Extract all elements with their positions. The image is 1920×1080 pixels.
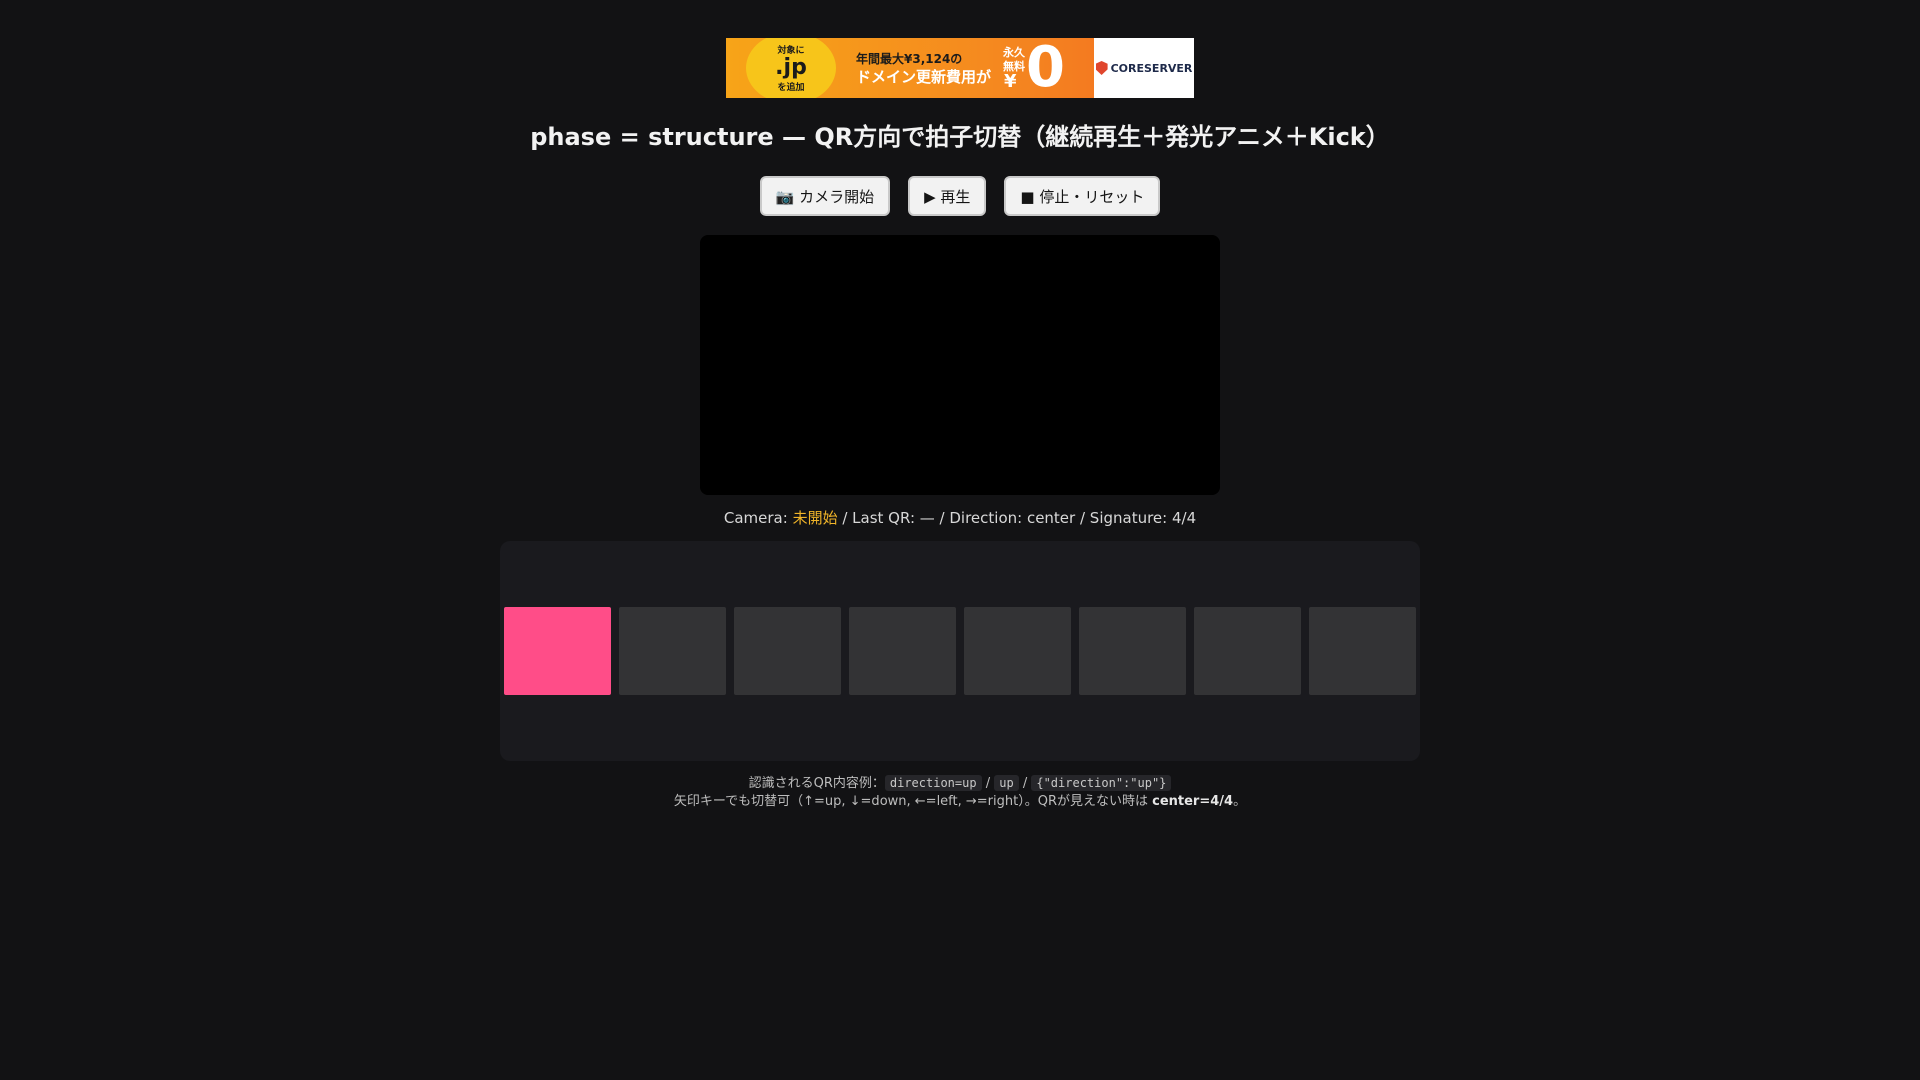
help-line-2: 矢印キーでも切替可（↑=up, ↓=down, ←=left, →=right）… (0, 793, 1920, 811)
step-cell (964, 607, 1071, 695)
ad-banner[interactable]: 対象に .jp を追加 年間最大¥3,124の ドメイン更新費用が 永久無料 ¥… (726, 38, 1194, 98)
help-separator: / (1018, 776, 1032, 791)
ad-line2: ドメイン更新費用が (856, 68, 992, 86)
ad-zero: 0 (1026, 38, 1065, 98)
ad-jp-text: .jp (775, 55, 807, 80)
qr-example-3: {"direction":"up"} (1031, 775, 1172, 791)
step-cell (734, 607, 841, 695)
ad-brand-text: CORESERVER (1110, 61, 1193, 75)
help-text: 認識されるQR内容例： direction=up / up / {"directi… (0, 774, 1920, 811)
status-line: Camera: 未開始 / Last QR: — / Direction: ce… (0, 507, 1920, 528)
camera-status-value: 未開始 (792, 509, 838, 527)
help-separator: / (981, 776, 995, 791)
control-bar: 📷 カメラ開始 ▶ 再生 ■ 停止・リセット (0, 176, 1920, 216)
step-cell (1194, 607, 1301, 695)
ad-copy: 年間最大¥3,124の ドメイン更新費用が (856, 50, 991, 86)
step-cell (619, 607, 726, 695)
help-line-1: 認識されるQR内容例： direction=up / up / {"directi… (0, 774, 1920, 793)
step-cell (504, 607, 611, 695)
qr-example-1: direction=up (884, 775, 982, 791)
camera-start-button[interactable]: 📷 カメラ開始 (759, 176, 891, 216)
camera-status-label: Camera: (723, 509, 793, 527)
coreserver-logo-icon (1095, 61, 1108, 75)
qr-example-2: up (994, 775, 1019, 791)
qr-direction-status: / Last QR: — / Direction: center / Signa… (837, 509, 1197, 527)
step-cell (1309, 607, 1416, 695)
help-suffix: 。 (1233, 794, 1247, 809)
stop-reset-button[interactable]: ■ 停止・リセット (1004, 176, 1161, 216)
page-title: phase = structure — QR方向で拍子切替（継続再生＋発光アニメ… (530, 123, 1390, 151)
ad-line1: 年間最大¥3,124の (856, 52, 963, 66)
camera-preview (700, 235, 1220, 495)
play-button[interactable]: ▶ 再生 (908, 176, 987, 216)
step-row (504, 607, 1416, 695)
help-arrow-keys-text: 矢印キーでも切替可（↑=up, ↓=down, ←=left, →=right）… (673, 794, 1153, 809)
sequencer-panel (500, 541, 1420, 761)
ad-add-text: を追加 (777, 83, 805, 93)
step-cell (1079, 607, 1186, 695)
ad-jp-badge: 対象に .jp を追加 (746, 38, 836, 98)
step-cell (849, 607, 956, 695)
ad-yen: ¥ (1004, 71, 1017, 92)
ad-brand: CORESERVER (1094, 38, 1194, 98)
help-examples-label: 認識されるQR内容例： (748, 776, 885, 791)
help-default-signature: center=4/4 (1152, 794, 1234, 809)
ad-free-text: 永久無料 (1003, 46, 1025, 73)
